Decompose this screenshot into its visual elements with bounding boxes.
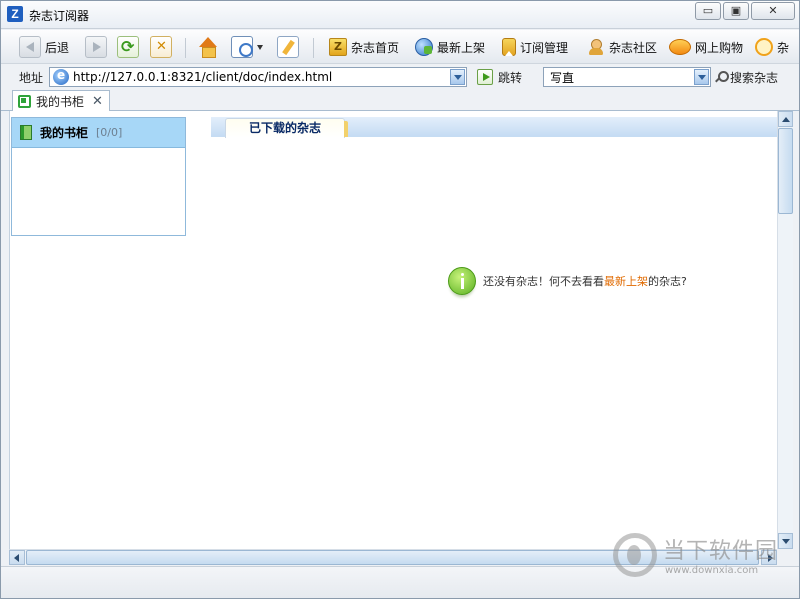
latest-label: 最新上架	[437, 40, 486, 55]
community-button[interactable]: 杂志社区	[587, 35, 657, 59]
forward-button[interactable]	[85, 35, 107, 59]
back-label: 后退	[45, 40, 70, 55]
address-url[interactable]: http://127.0.0.1:8321/client/doc/index.h…	[73, 70, 450, 84]
info-icon	[448, 267, 476, 295]
address-label: 地址	[19, 71, 44, 85]
close-icon[interactable]: ✕	[92, 94, 103, 109]
search-button[interactable]: 搜索杂志	[715, 68, 778, 86]
user-icon	[587, 38, 605, 56]
magazine-home-button[interactable]: 杂志首页	[329, 35, 399, 59]
tab-label: 我的书柜	[36, 95, 85, 109]
go-arrow-icon	[477, 69, 493, 85]
bookmark-icon	[502, 38, 516, 56]
tab-strip: 我的书柜 ✕	[1, 89, 799, 112]
home-icon	[197, 36, 219, 58]
tab-downloaded[interactable]: 已下载的杂志	[225, 118, 348, 138]
page-icon	[18, 95, 31, 108]
scroll-left-icon[interactable]	[9, 550, 25, 565]
empty-message-prefix: 还没有杂志！何不去看看	[483, 275, 604, 288]
watermark-text: 当下软件园	[663, 539, 779, 564]
shelf-item-my-bookshelf[interactable]: 我的书柜 [0/0]	[12, 118, 185, 148]
chevron-down-icon[interactable]	[257, 44, 263, 50]
toolbar: 后退 杂志首页 最新上架	[1, 30, 799, 64]
jump-label: 跳转	[498, 70, 523, 85]
main-tab-bar: 已下载的杂志	[211, 117, 777, 138]
vertical-scroll-thumb[interactable]	[778, 128, 793, 214]
title-bar[interactable]: Z 杂志订阅器 ▭ ▣ ✕	[1, 1, 799, 29]
edit-pencil-icon	[277, 36, 299, 58]
shopping-label: 网上购物	[695, 40, 744, 55]
toolbar-divider	[313, 38, 314, 58]
content-area: 我的书柜 [0/0] 已下载的杂志 还没有杂志！何不去看看最新上架的杂志?	[9, 111, 777, 549]
back-arrow-icon	[19, 36, 41, 58]
scroll-up-icon[interactable]	[778, 111, 793, 127]
back-button[interactable]: 后退	[19, 35, 69, 59]
address-bar: 地址 http://127.0.0.1:8321/client/doc/inde…	[1, 65, 799, 89]
tab-my-bookshelf[interactable]: 我的书柜 ✕	[12, 90, 110, 112]
magazine-home-label: 杂志首页	[351, 40, 400, 55]
stop-button[interactable]	[150, 35, 172, 59]
history-button[interactable]	[231, 35, 263, 59]
globe-icon	[415, 38, 433, 56]
refresh-button[interactable]	[117, 35, 139, 59]
address-dropdown-icon[interactable]	[450, 69, 465, 85]
search-label: 搜索杂志	[730, 70, 779, 85]
app-logo-icon: Z	[7, 6, 23, 22]
magazine-logo-icon	[329, 38, 347, 56]
more-label: 杂	[777, 40, 790, 55]
close-button[interactable]: ✕	[751, 2, 795, 20]
swirl-icon	[755, 38, 773, 56]
book-icon	[20, 125, 32, 140]
edit-button[interactable]	[277, 35, 299, 59]
community-label: 杂志社区	[609, 40, 658, 55]
latest-button[interactable]: 最新上架	[415, 35, 485, 59]
window-controls: ▭ ▣ ✕	[693, 2, 795, 20]
watermark: 当下软件园 www.downxia.com	[613, 529, 793, 589]
search-icon	[715, 71, 729, 83]
minimize-button[interactable]: ▭	[695, 2, 721, 20]
search-input[interactable]: 写直	[543, 67, 711, 87]
search-value[interactable]: 写直	[544, 69, 694, 86]
history-clock-icon	[231, 36, 253, 58]
bookshelf-panel: 我的书柜 [0/0]	[11, 117, 186, 236]
shelf-item-count: [0/0]	[96, 126, 123, 139]
more-button[interactable]: 杂	[755, 35, 789, 59]
refresh-icon	[117, 36, 139, 58]
watermark-logo-icon	[613, 533, 657, 577]
shopping-button[interactable]: 网上购物	[669, 35, 743, 59]
shelf-item-label: 我的书柜	[40, 126, 89, 140]
empty-message-suffix: 的杂志?	[648, 275, 687, 288]
browser-icon	[53, 68, 69, 85]
app-window: Z 杂志订阅器 ▭ ▣ ✕ 后退 ⟳ ✕ Z 杂志首页 最新上架 订阅管理 杂志…	[0, 0, 800, 599]
jump-button[interactable]: 跳转	[477, 67, 522, 87]
watermark-url: www.downxia.com	[665, 565, 759, 576]
empty-state: 还没有杂志！何不去看看最新上架的杂志?	[448, 267, 687, 295]
maximize-button[interactable]: ▣	[723, 2, 749, 20]
latest-link[interactable]: 最新上架	[604, 275, 648, 288]
subscription-label: 订阅管理	[520, 40, 569, 55]
search-dropdown-icon[interactable]	[694, 69, 709, 85]
toolbar-divider	[185, 38, 186, 58]
empty-message: 还没有杂志！何不去看看最新上架的杂志?	[483, 273, 687, 289]
address-input[interactable]: http://127.0.0.1:8321/client/doc/index.h…	[49, 67, 467, 87]
subscription-button[interactable]: 订阅管理	[502, 35, 568, 59]
home-button[interactable]	[197, 35, 219, 59]
vertical-scrollbar[interactable]	[777, 111, 793, 549]
forward-arrow-icon	[85, 36, 107, 58]
stop-icon	[150, 36, 172, 58]
window-title: 杂志订阅器	[29, 9, 90, 23]
shopping-icon	[669, 39, 691, 55]
